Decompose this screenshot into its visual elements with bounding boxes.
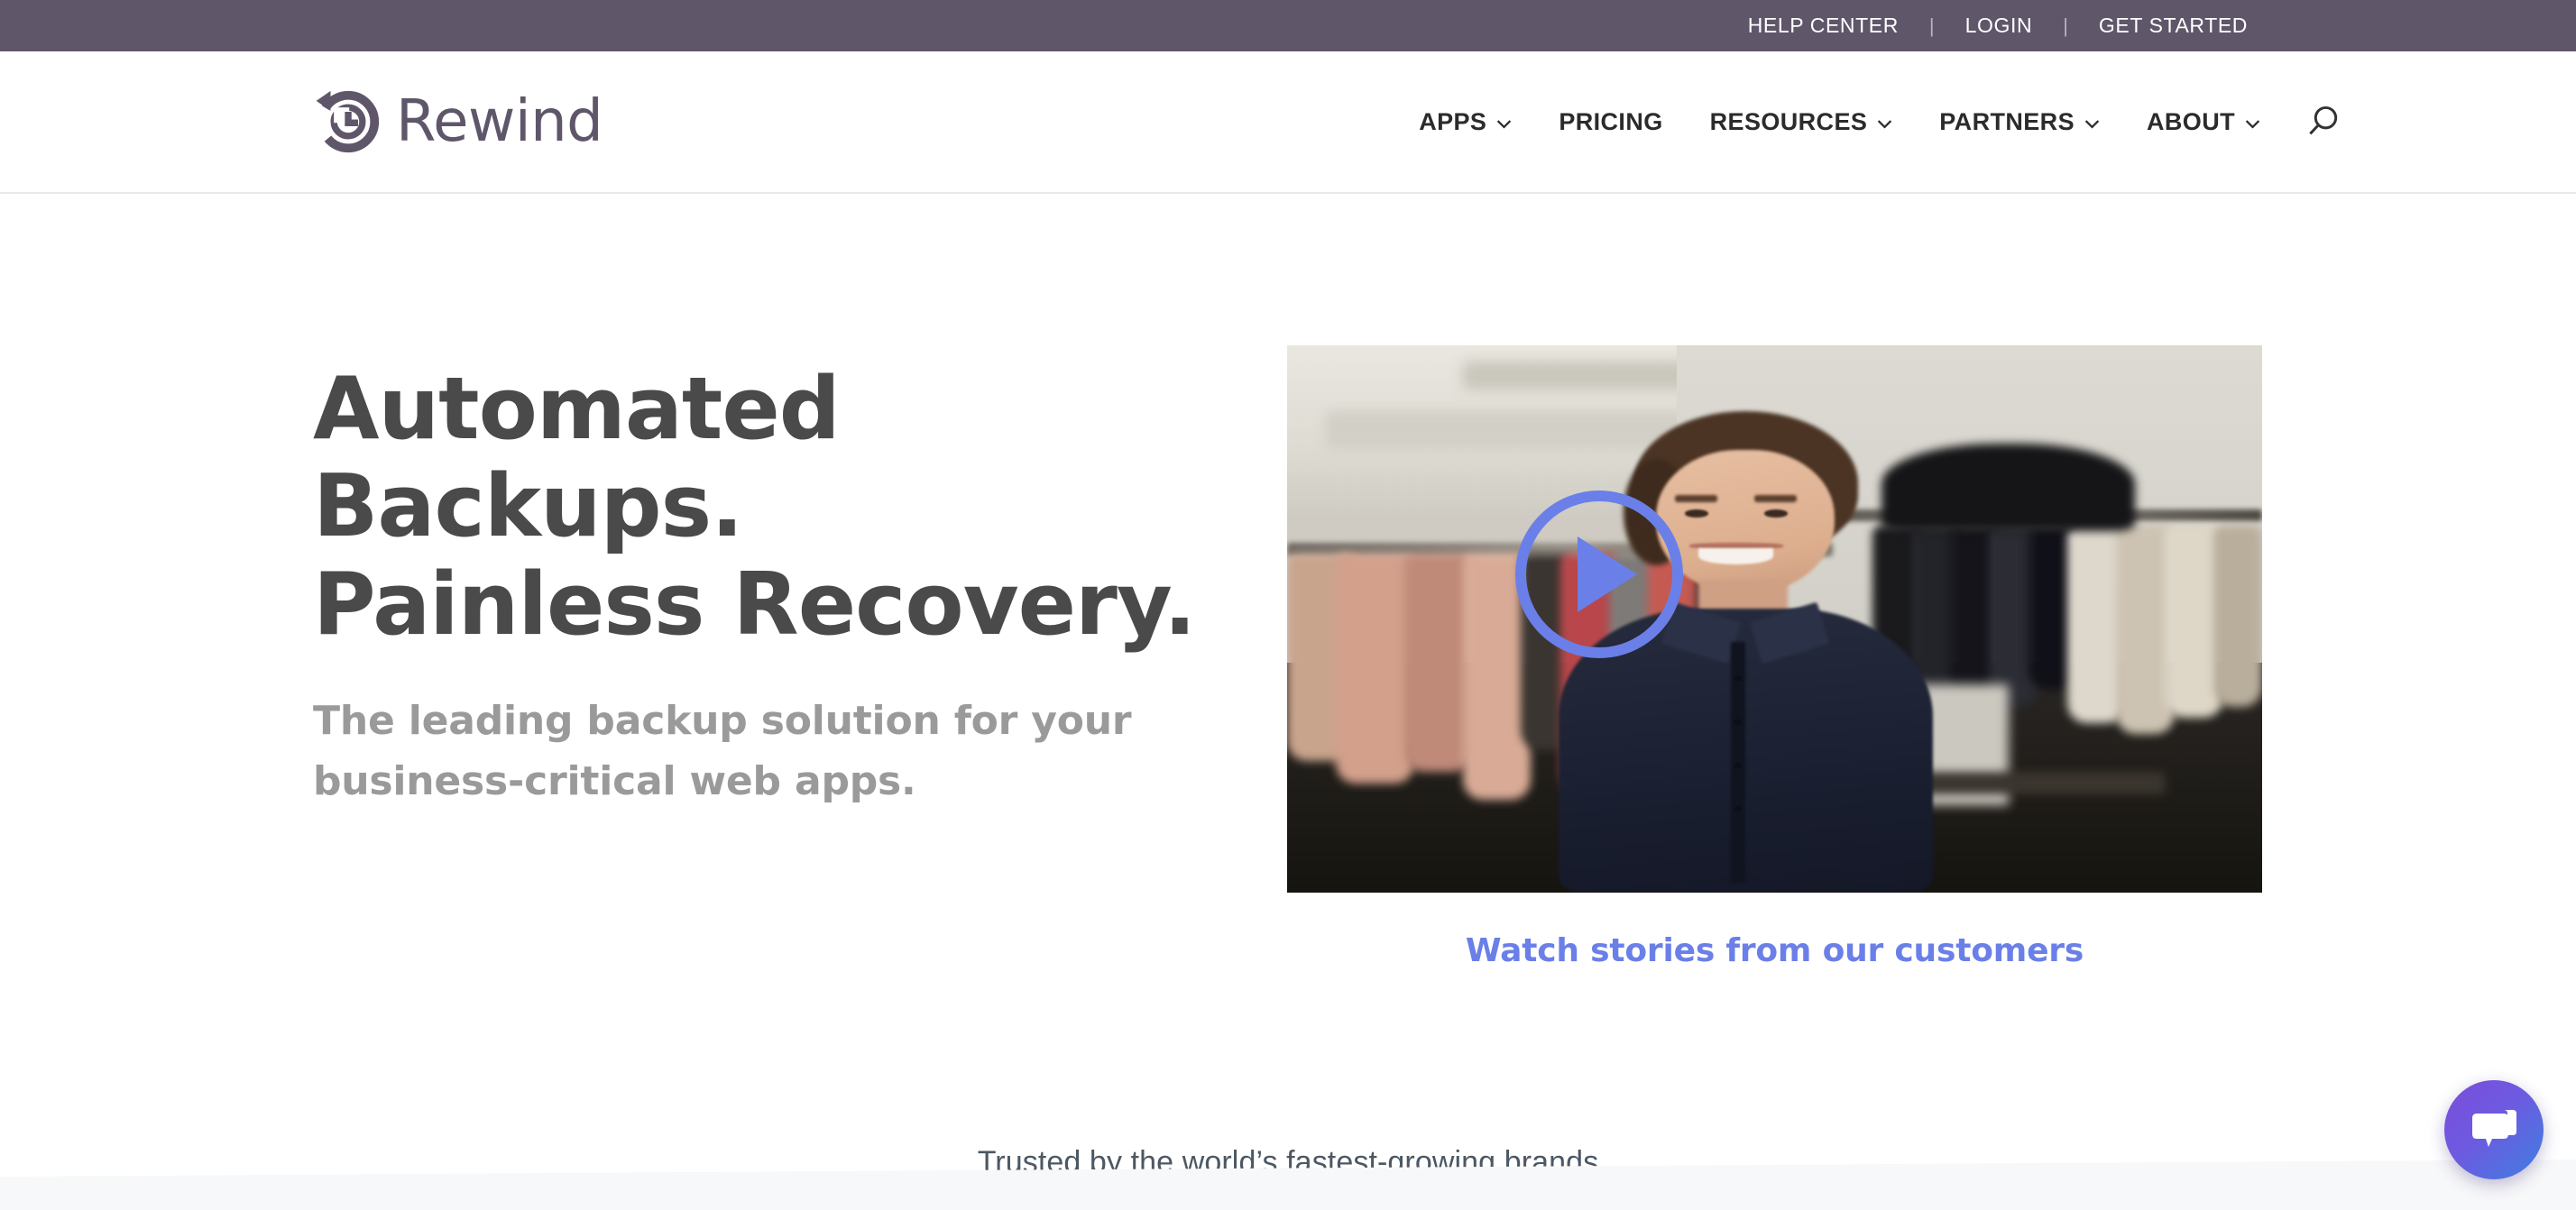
play-button-icon xyxy=(1578,536,1637,612)
watch-stories-link[interactable]: Watch stories from our customers xyxy=(1287,932,2262,969)
top-link-help-center[interactable]: HELP CENTER xyxy=(1717,15,1929,36)
chat-widget-button[interactable] xyxy=(2444,1080,2544,1179)
site-header: Rewind APPS PRICING RESOURCES PARTNERS A… xyxy=(0,51,2576,194)
hero-subtitle-line-1: The leading backup solution for your xyxy=(313,697,1132,744)
top-utility-links: HELP CENTER | LOGIN | GET STARTED xyxy=(1717,15,2576,36)
chevron-down-icon xyxy=(2084,119,2100,128)
hero-copy: Automated Backups. Painless Recovery. Th… xyxy=(313,361,1233,812)
play-button[interactable] xyxy=(1515,490,1683,658)
chevron-down-icon xyxy=(1497,119,1512,128)
nav-label-pricing: PRICING xyxy=(1559,107,1663,135)
hero-subtitle: The leading backup solution for your bus… xyxy=(313,692,1233,812)
nav-label-resources: RESOURCES xyxy=(1709,107,1868,135)
main-navigation: APPS PRICING RESOURCES PARTNERS ABOUT xyxy=(1395,94,2351,150)
nav-item-apps[interactable]: APPS xyxy=(1395,107,1535,135)
video-thumbnail[interactable] xyxy=(1287,345,2262,893)
hero-title-line-2: Painless Recovery. xyxy=(313,555,1196,655)
hero-video-block: Watch stories from our customers xyxy=(1287,345,2262,969)
chevron-down-icon xyxy=(1878,119,1892,128)
nav-item-about[interactable]: ABOUT xyxy=(2123,107,2284,135)
top-link-login[interactable]: LOGIN xyxy=(1935,15,2064,36)
site-logo[interactable]: Rewind xyxy=(313,87,603,157)
nav-label-apps: APPS xyxy=(1419,107,1487,135)
page-root: HELP CENTER | LOGIN | GET STARTED Rewind… xyxy=(0,0,2576,1210)
nav-label-partners: PARTNERS xyxy=(1939,107,2075,135)
nav-label-about: ABOUT xyxy=(2147,107,2235,135)
rewind-clock-icon xyxy=(316,90,380,153)
search-button[interactable] xyxy=(2295,94,2351,150)
video-scene-image xyxy=(1287,345,2262,893)
logo-text: Rewind xyxy=(396,88,603,155)
top-link-get-started[interactable]: GET STARTED xyxy=(2068,15,2278,36)
search-icon xyxy=(2309,105,2338,135)
nav-item-resources[interactable]: RESOURCES xyxy=(1687,107,1917,135)
hero-title-line-1: Automated Backups. xyxy=(313,360,841,557)
page-title: Automated Backups. Painless Recovery. xyxy=(313,361,1233,654)
chevron-down-icon xyxy=(2245,119,2260,128)
nav-item-pricing[interactable]: PRICING xyxy=(1535,107,1686,135)
chat-bubble-icon xyxy=(2472,1110,2516,1147)
hero-subtitle-line-2: business-critical web apps. xyxy=(313,757,916,804)
top-utility-bar: HELP CENTER | LOGIN | GET STARTED xyxy=(0,0,2576,51)
nav-item-partners[interactable]: PARTNERS xyxy=(1916,107,2123,135)
